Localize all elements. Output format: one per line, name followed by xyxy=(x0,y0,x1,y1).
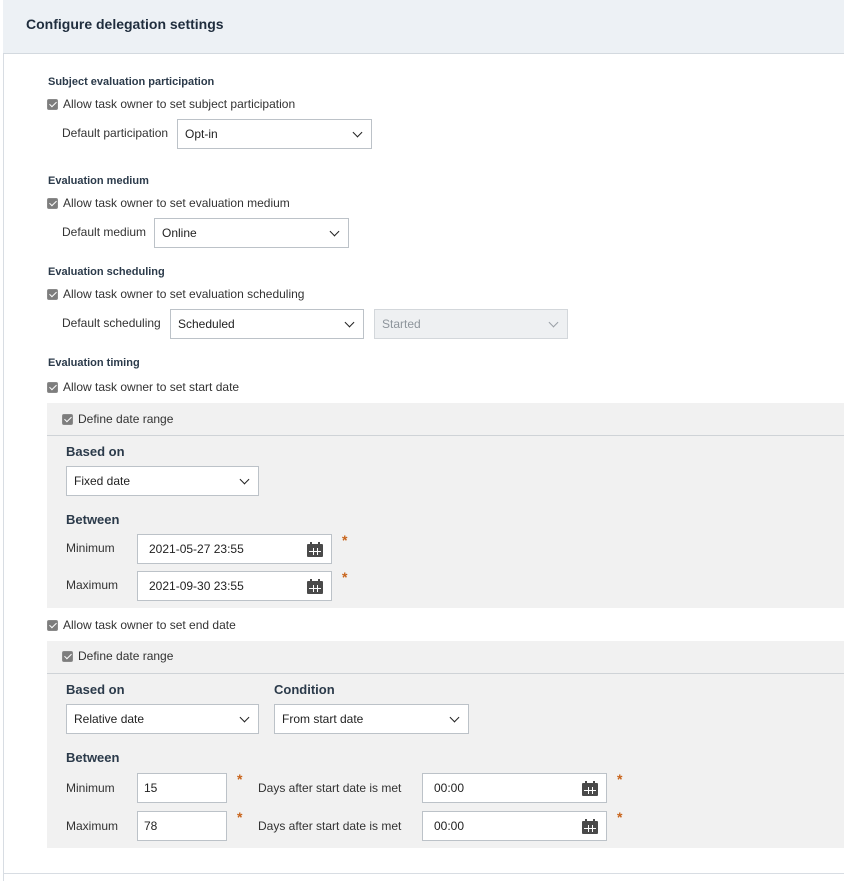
medium-section-title: Evaluation medium xyxy=(48,175,149,187)
calendar-icon[interactable] xyxy=(307,541,323,557)
required-marker: * xyxy=(617,771,623,787)
page-title: Configure delegation settings xyxy=(26,16,224,32)
page-header: Configure delegation settings xyxy=(3,0,844,54)
scheduling-allow-label: Allow task owner to set evaluation sched… xyxy=(63,287,305,301)
default-medium-label: Default medium xyxy=(62,225,147,239)
end-define-range-checkbox[interactable] xyxy=(62,650,73,662)
end-maximum-suffix: Days after start date is met xyxy=(258,819,402,833)
medium-allow-label: Allow task owner to set evaluation mediu… xyxy=(63,196,290,210)
end-condition-select[interactable]: From start date xyxy=(274,704,469,734)
default-medium-select[interactable]: Online xyxy=(154,218,349,248)
calendar-icon[interactable] xyxy=(582,780,598,796)
participation-allow-checkbox[interactable] xyxy=(47,98,58,110)
start-minimum-date-input[interactable]: 2021-05-27 23:55 xyxy=(137,534,332,564)
chevron-down-icon xyxy=(548,317,559,327)
end-date-allow-checkbox[interactable] xyxy=(47,619,58,631)
end-between-label: Between xyxy=(66,750,120,765)
required-marker: * xyxy=(342,569,348,585)
start-define-range-checkbox[interactable] xyxy=(62,413,73,425)
medium-allow-row[interactable]: Allow task owner to set evaluation mediu… xyxy=(47,196,290,210)
start-maximum-label: Maximum xyxy=(66,578,119,592)
participation-allow-row[interactable]: Allow task owner to set subject particip… xyxy=(47,97,295,111)
end-based-on-select[interactable]: Relative date xyxy=(66,704,259,734)
default-scheduling-select[interactable]: Scheduled xyxy=(170,309,364,339)
end-date-allow-row[interactable]: Allow task owner to set end date xyxy=(47,618,236,632)
scheduling-allow-row[interactable]: Allow task owner to set evaluation sched… xyxy=(47,287,304,301)
required-marker: * xyxy=(237,771,243,787)
start-define-range-row[interactable]: Define date range xyxy=(62,412,173,426)
end-minimum-label: Minimum xyxy=(66,781,115,795)
chevron-down-icon xyxy=(344,317,355,327)
end-date-range-panel: Define date range Based on Relative date… xyxy=(47,641,844,848)
required-marker: * xyxy=(617,809,623,825)
participation-allow-label: Allow task owner to set subject particip… xyxy=(63,97,296,111)
footer-divider xyxy=(3,873,844,874)
default-participation-label: Default participation xyxy=(62,126,169,140)
chevron-down-icon xyxy=(239,712,250,722)
end-maximum-days-input[interactable]: 78 xyxy=(137,811,227,841)
chevron-down-icon xyxy=(239,474,250,484)
end-define-range-row[interactable]: Define date range xyxy=(62,649,173,663)
end-maximum-time-input[interactable]: 00:00 xyxy=(422,811,607,841)
start-maximum-date-input[interactable]: 2021-09-30 23:55 xyxy=(137,571,332,601)
start-based-on-label: Based on xyxy=(66,444,125,459)
scheduling-status-select: Started xyxy=(374,309,568,339)
scheduling-section-title: Evaluation scheduling xyxy=(48,266,165,278)
start-define-range-label: Define date range xyxy=(78,412,174,426)
end-date-allow-label: Allow task owner to set end date xyxy=(63,618,236,632)
end-based-on-label: Based on xyxy=(66,682,125,697)
default-participation-select[interactable]: Opt-in xyxy=(177,119,372,149)
end-maximum-label: Maximum xyxy=(66,819,119,833)
medium-allow-checkbox[interactable] xyxy=(47,197,58,209)
chevron-down-icon xyxy=(352,127,363,137)
end-minimum-time-input[interactable]: 00:00 xyxy=(422,773,607,803)
start-date-allow-row[interactable]: Allow task owner to set start date xyxy=(47,380,239,394)
chevron-down-icon xyxy=(329,226,340,236)
start-date-allow-checkbox[interactable] xyxy=(47,381,58,393)
start-date-range-panel: Define date range Based on Fixed date Be… xyxy=(47,403,844,608)
start-minimum-label: Minimum xyxy=(66,541,115,555)
start-date-allow-label: Allow task owner to set start date xyxy=(63,380,240,394)
required-marker: * xyxy=(237,809,243,825)
calendar-icon[interactable] xyxy=(582,818,598,834)
default-scheduling-label: Default scheduling xyxy=(62,316,161,330)
start-between-label: Between xyxy=(66,512,120,527)
end-minimum-days-input[interactable]: 15 xyxy=(137,773,227,803)
calendar-icon[interactable] xyxy=(307,578,323,594)
required-marker: * xyxy=(342,532,348,548)
end-minimum-suffix: Days after start date is met xyxy=(258,781,402,795)
end-define-range-label: Define date range xyxy=(78,649,174,663)
end-condition-label: Condition xyxy=(274,682,335,697)
participation-section-title: Subject evaluation participation xyxy=(48,76,215,88)
scheduling-allow-checkbox[interactable] xyxy=(47,288,58,300)
start-based-on-select[interactable]: Fixed date xyxy=(66,466,259,496)
timing-section-title: Evaluation timing xyxy=(48,357,140,369)
chevron-down-icon xyxy=(449,712,460,722)
